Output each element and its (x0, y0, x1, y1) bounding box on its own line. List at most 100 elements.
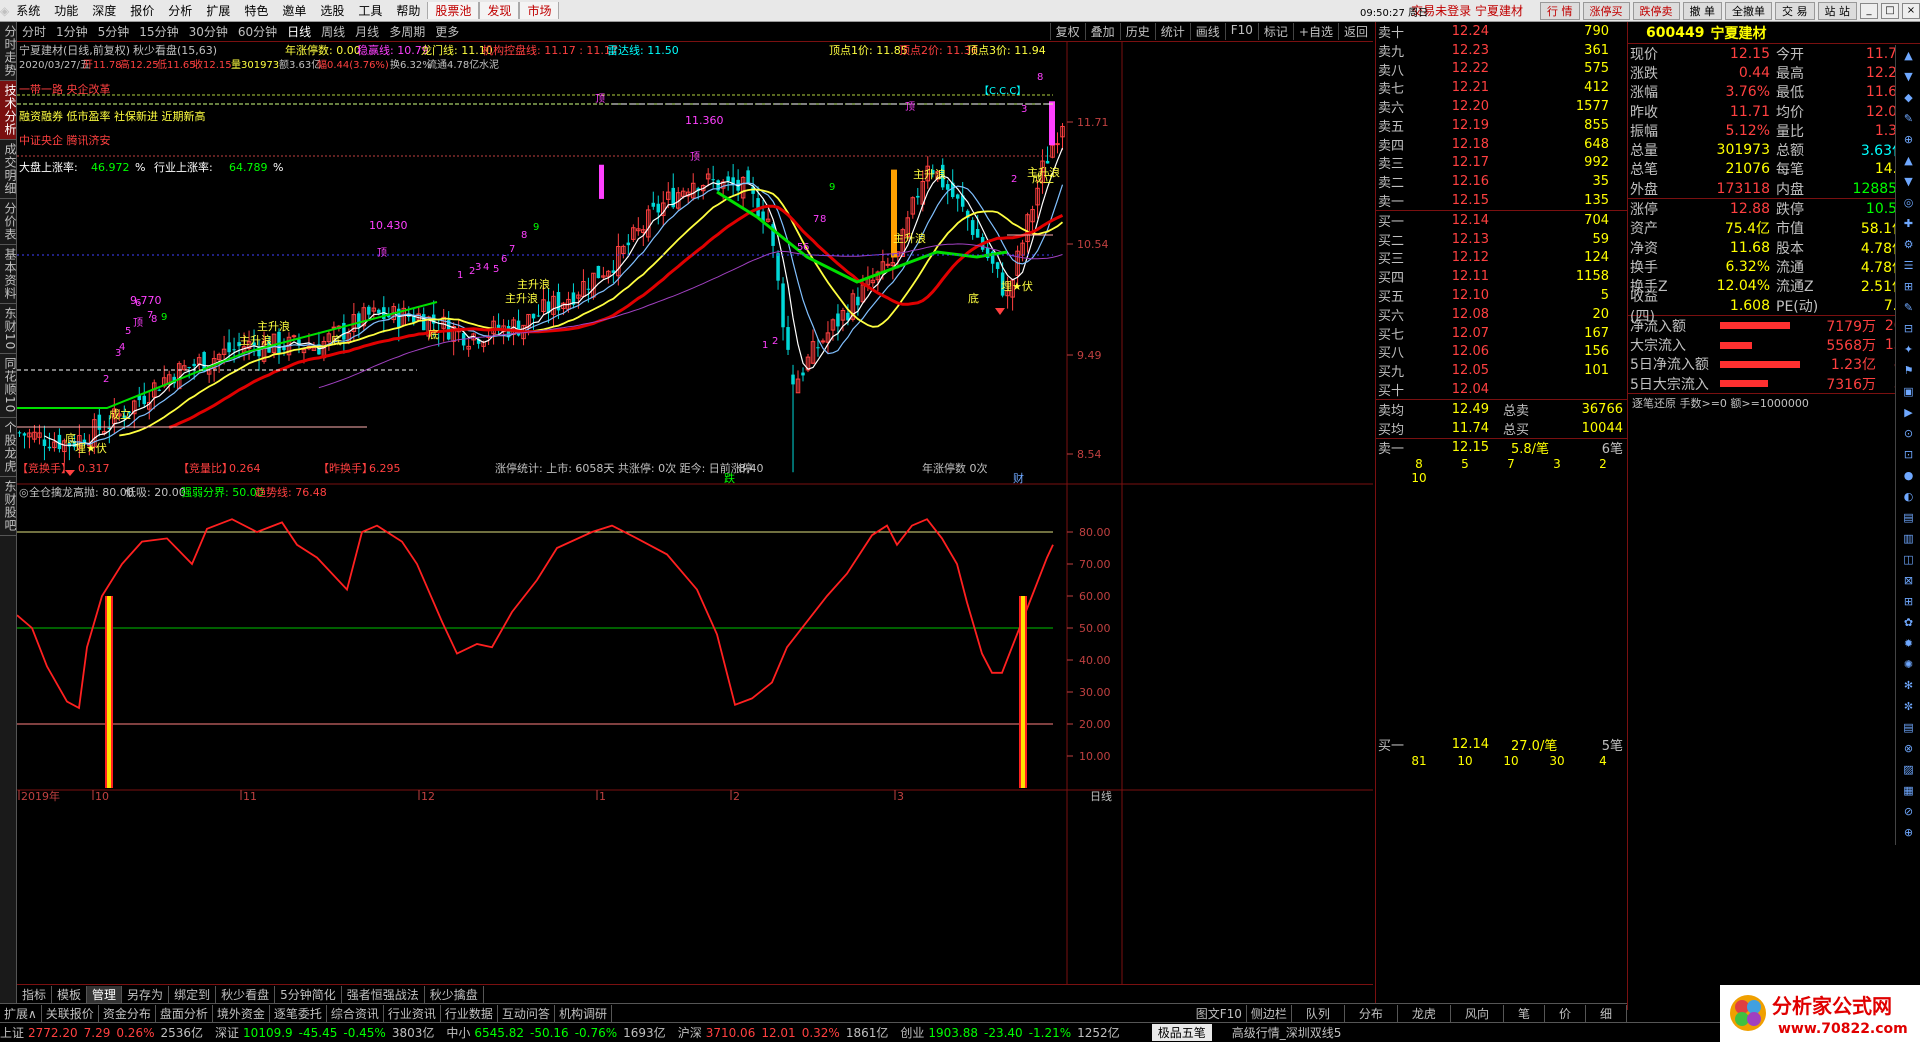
detail-tab[interactable]: 分布 (1345, 1004, 1398, 1022)
input-method[interactable]: 极品五笔 (1151, 1024, 1212, 1041)
period-tab[interactable]: 周线 (316, 23, 350, 40)
index-item[interactable]: 深证 10109.9 -45.45 -0.45% 3803亿 (215, 1024, 434, 1041)
tool-icon[interactable]: ● (1896, 465, 1920, 486)
chart-tool-button[interactable]: 统计 (1154, 23, 1190, 40)
tool-icon[interactable]: ⊕ (1896, 129, 1920, 150)
chart-tool-button[interactable]: 叠加 (1084, 23, 1120, 40)
trade-button[interactable]: 撤 单 (1682, 1, 1722, 20)
tool-icon[interactable]: ✚ (1896, 213, 1920, 234)
chart-tool-button[interactable]: 返回 (1337, 23, 1373, 40)
extension-tab[interactable]: 综合资讯 (327, 1004, 384, 1022)
order-row[interactable]: 买十 12.04 (1376, 380, 1627, 399)
close-icon[interactable]: × (1902, 2, 1920, 19)
extension-tab[interactable]: 关联报价 (42, 1004, 99, 1022)
menu-item[interactable]: 选股 (313, 2, 351, 19)
order-row[interactable]: 买五 12.10 5 (1376, 286, 1627, 305)
order-row[interactable]: 卖五 12.19 855 (1376, 116, 1627, 135)
left-tab[interactable]: 成交明细 (0, 140, 17, 199)
indicator-tab[interactable]: 模板 (52, 985, 88, 1003)
tool-icon[interactable]: ▼ (1896, 171, 1920, 192)
extension-tab[interactable]: 境外资金 (213, 1004, 270, 1022)
maximize-icon[interactable]: □ (1881, 2, 1899, 19)
tool-icon[interactable]: ▲ (1896, 150, 1920, 171)
extension-tab[interactable]: 扩展∧ (0, 1004, 42, 1022)
side-panel-tab[interactable]: 图文F10 (1192, 1004, 1247, 1022)
detail-tab[interactable]: 笔 (1504, 1004, 1545, 1022)
tool-icon[interactable]: ⚙ (1896, 234, 1920, 255)
menu-item[interactable]: 邀单 (275, 2, 313, 19)
period-tab[interactable]: 月线 (350, 23, 384, 40)
order-row[interactable]: 卖三 12.17 992 (1376, 154, 1627, 172)
indicator-tab[interactable]: 秋少看盘 (216, 985, 276, 1003)
tool-icon[interactable]: ▤ (1896, 717, 1920, 738)
tool-icon[interactable]: ⊠ (1896, 570, 1920, 591)
indicator-tab[interactable]: 强者恒强战法 (342, 985, 425, 1003)
trade-button[interactable]: 全撤单 (1725, 1, 1772, 20)
order-row[interactable]: 买九 12.05 101 (1376, 361, 1627, 380)
order-row[interactable]: 买一 12.14 704 (1376, 211, 1627, 230)
tool-icon[interactable]: ⊟ (1896, 318, 1920, 339)
menu-tab[interactable]: 股票池 (427, 2, 480, 19)
order-row[interactable]: 卖二 12.16 35 (1376, 172, 1627, 191)
trade-button[interactable]: 行 情 (1540, 1, 1580, 20)
tool-icon[interactable]: ✎ (1896, 108, 1920, 129)
tool-icon[interactable]: ⊕ (1896, 822, 1920, 843)
menu-item[interactable]: 报价 (123, 2, 161, 19)
trade-button[interactable]: 涨停买 (1582, 1, 1630, 20)
tool-icon[interactable]: ◆ (1896, 87, 1920, 108)
index-item[interactable]: 中小 6545.82 -50.16 -0.76% 1693亿 (446, 1024, 665, 1041)
order-row[interactable]: 卖十 12.24 790 (1376, 22, 1627, 41)
index-item[interactable]: 创业 1903.88 -23.40 -1.21% 1252亿 (900, 1024, 1119, 1041)
menu-item[interactable]: 扩展 (199, 2, 237, 19)
tool-icon[interactable]: ▥ (1896, 528, 1920, 549)
period-tab[interactable]: 分时 (17, 23, 51, 40)
index-item[interactable]: 上证 2772.20 7.29 0.26% 2536亿 (0, 1024, 203, 1041)
indicator-tab[interactable]: 管理 (87, 985, 123, 1003)
left-tab[interactable]: 技术分析 (0, 81, 17, 140)
extension-tab[interactable]: 互动问答 (498, 1004, 555, 1022)
menu-item[interactable]: 功能 (47, 2, 85, 19)
chart-tool-button[interactable]: 复权 (1049, 23, 1085, 40)
tool-icon[interactable]: ⊞ (1896, 276, 1920, 297)
trade-button[interactable]: 跌停卖 (1632, 1, 1680, 20)
tool-icon[interactable]: ⊗ (1896, 738, 1920, 759)
left-tab[interactable]: 同花顺10 (0, 354, 17, 418)
left-tab[interactable]: 基本资料 (0, 245, 17, 304)
indicator-tab[interactable]: 另存为 (122, 985, 170, 1003)
left-tab[interactable]: 东财股吧 (0, 477, 17, 536)
period-tab[interactable]: 30分钟 (184, 23, 233, 40)
extension-tab[interactable]: 行业数据 (441, 1004, 498, 1022)
tool-icon[interactable]: ◫ (1896, 549, 1920, 570)
chart-tool-button[interactable]: +自选 (1292, 23, 1338, 40)
detail-tab[interactable]: 价 (1545, 1004, 1586, 1022)
side-panel-tab[interactable]: 侧边栏 (1247, 1004, 1292, 1022)
menu-item[interactable]: 深度 (85, 2, 123, 19)
tool-icon[interactable]: ✻ (1896, 675, 1920, 696)
period-tab[interactable]: 5分钟 (93, 23, 135, 40)
chart-tool-button[interactable]: F10 (1224, 23, 1258, 40)
order-row[interactable]: 买八 12.06 156 (1376, 343, 1627, 361)
tool-icon[interactable]: ✿ (1896, 612, 1920, 633)
tool-icon[interactable]: ✦ (1896, 339, 1920, 360)
detail-tab[interactable]: 风向 (1451, 1004, 1504, 1022)
indicator-tab[interactable]: 绑定到 (169, 985, 217, 1003)
tool-icon[interactable]: ◎ (1896, 192, 1920, 213)
detail-tab[interactable]: 队列 (1292, 1004, 1345, 1022)
menu-tab[interactable]: 发现 (479, 2, 520, 19)
order-row[interactable]: 买七 12.07 167 (1376, 324, 1627, 343)
indicator-tab[interactable]: 5分钟简化 (275, 985, 342, 1003)
left-tab[interactable]: 分价表 (0, 199, 17, 245)
period-tab[interactable]: 60分钟 (233, 23, 282, 40)
detail-tab[interactable]: 细 (1586, 1004, 1627, 1022)
extension-tab[interactable]: 行业资讯 (384, 1004, 441, 1022)
detail-tab[interactable]: 龙虎 (1398, 1004, 1451, 1022)
menu-item[interactable]: 工具 (351, 2, 389, 19)
order-row[interactable]: 卖六 12.20 1577 (1376, 97, 1627, 116)
tool-icon[interactable]: ⊙ (1896, 423, 1920, 444)
tool-icon[interactable]: ⊡ (1896, 444, 1920, 465)
order-row[interactable]: 买三 12.12 124 (1376, 249, 1627, 267)
index-item[interactable]: 沪深 3710.06 12.01 0.32% 1861亿 (678, 1024, 889, 1041)
tool-icon[interactable]: ✹ (1896, 633, 1920, 654)
menu-item[interactable]: 特色 (237, 2, 275, 19)
order-row[interactable]: 买二 12.13 59 (1376, 230, 1627, 249)
